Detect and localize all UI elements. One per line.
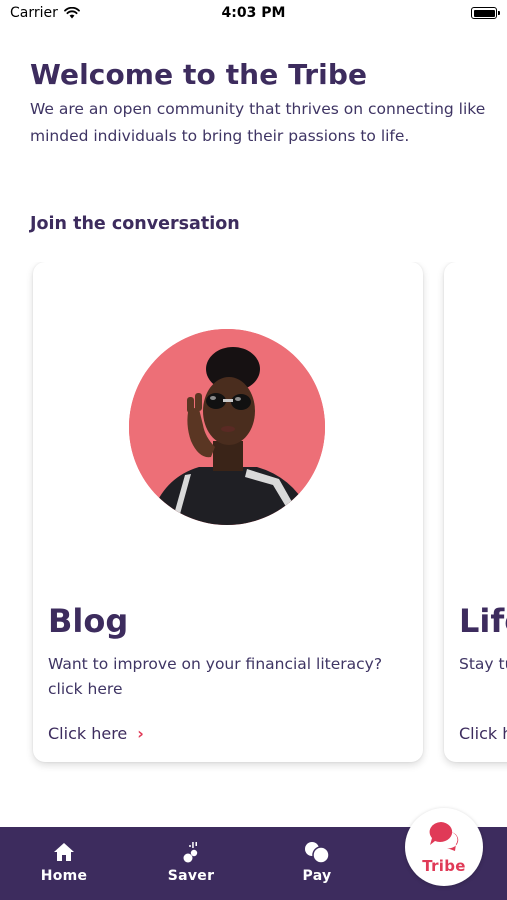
card-link-label: Click here — [48, 724, 128, 743]
life-card[interactable]: Life Stay tu Click h — [444, 262, 507, 762]
saver-icon — [183, 842, 198, 863]
tab-tribe[interactable]: Tribe — [405, 808, 483, 886]
tab-tribe-label: Tribe — [422, 857, 466, 875]
blog-photo — [129, 329, 325, 525]
tab-pay-label: Pay — [302, 868, 332, 884]
life-click-here-link[interactable]: Click h — [459, 724, 507, 743]
card-title: Life — [459, 602, 507, 640]
battery-icon — [471, 7, 500, 19]
section-heading: Join the conversation — [30, 214, 240, 234]
chevron-right-icon: › — [137, 724, 144, 743]
card-link-label: Click h — [459, 724, 507, 743]
tab-saver[interactable]: Saver — [146, 827, 236, 900]
status-time: 4:03 PM — [221, 5, 286, 21]
card-description: Stay tu — [459, 655, 507, 673]
pay-icon — [305, 842, 330, 864]
blog-card[interactable]: Blog Want to improve on your financial l… — [33, 262, 423, 762]
blog-click-here-link[interactable]: Click here › — [48, 724, 144, 743]
page-intro: We are an open community that thrives on… — [30, 100, 486, 145]
card-description: Want to improve on your financial litera… — [48, 655, 383, 698]
cards-carousel[interactable]: Blog Want to improve on your financial l… — [0, 262, 507, 772]
chat-bubbles-icon — [429, 822, 459, 851]
card-title: Blog — [48, 602, 129, 640]
tab-saver-label: Saver — [167, 868, 215, 884]
home-icon — [54, 843, 74, 861]
page-title: Welcome to the Tribe — [30, 58, 368, 91]
tab-pay[interactable]: Pay — [272, 827, 362, 900]
status-bar: Carrier 4:03 PM — [0, 0, 507, 30]
tab-home[interactable]: Home — [19, 827, 109, 900]
person-portrait-image — [129, 329, 325, 525]
tab-home-label: Home — [40, 868, 88, 884]
